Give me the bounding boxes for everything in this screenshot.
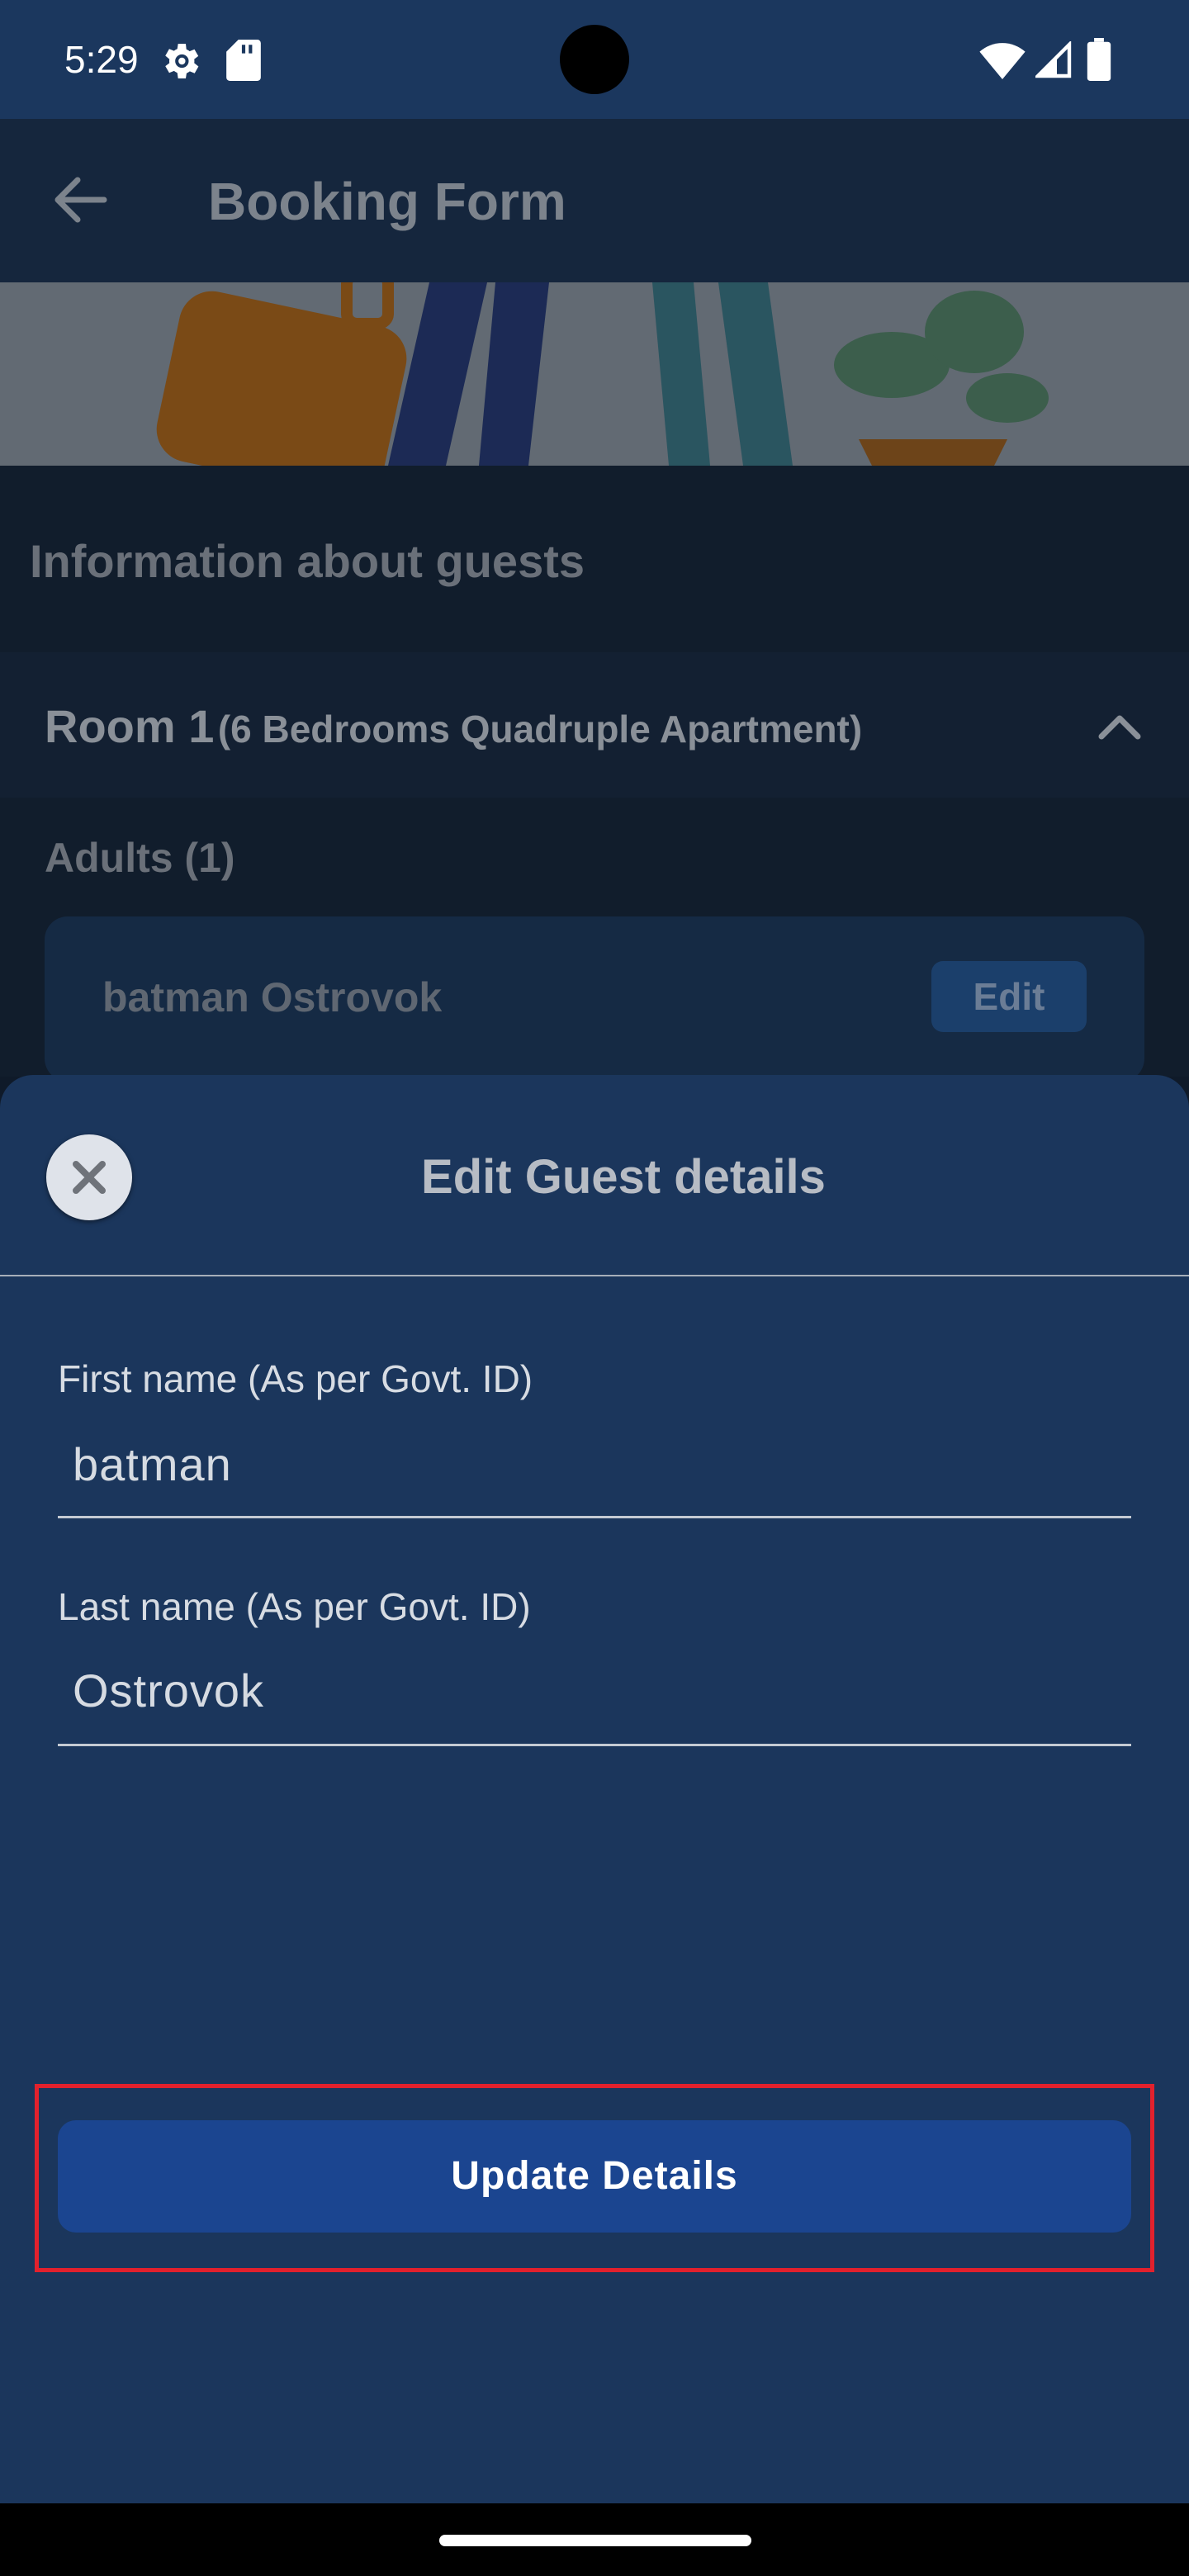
edit-guest-sheet: [0, 1075, 1189, 2503]
camera-cutout: [560, 25, 629, 94]
last-name-underline: [58, 1744, 1131, 1746]
guest-name: batman Ostrovok: [102, 974, 443, 1020]
chevron-up-icon[interactable]: [1097, 712, 1143, 741]
sd-card-icon: [226, 40, 261, 81]
room-title: Room 1 (6 Bedrooms Quadruple Apartment): [45, 694, 862, 772]
settings-icon: [165, 44, 199, 78]
update-details-button[interactable]: Update Details: [58, 2120, 1131, 2233]
battery-icon: [1087, 38, 1111, 81]
sheet-divider: [0, 1275, 1189, 1276]
arrow-left-icon[interactable]: [54, 177, 107, 223]
last-name-label: Last name (As per Govt. ID): [58, 1585, 531, 1628]
banner-illustration: [0, 282, 1189, 466]
first-name-label: First name (As per Govt. ID): [58, 1357, 533, 1400]
page-title: Booking Form: [208, 172, 566, 231]
travel-illustration: [0, 282, 1189, 466]
guests-heading: Information about guests: [30, 535, 585, 587]
room-type: (6 Bedrooms Quadruple Apartment): [217, 708, 863, 751]
app-bar: [0, 119, 1189, 282]
room-number: Room 1: [45, 700, 215, 752]
adults-label: Adults (1): [45, 835, 235, 881]
signal-icon: [1035, 41, 1072, 78]
status-time: 5:29: [64, 38, 139, 81]
sheet-title: Edit Guest details: [421, 1150, 826, 1204]
home-handle[interactable]: [439, 2535, 751, 2546]
last-name-input[interactable]: [73, 1661, 1130, 1719]
edit-guest-button[interactable]: Edit: [931, 961, 1087, 1032]
first-name-input[interactable]: [73, 1435, 1130, 1493]
first-name-underline: [58, 1516, 1131, 1518]
wifi-icon: [979, 43, 1026, 79]
